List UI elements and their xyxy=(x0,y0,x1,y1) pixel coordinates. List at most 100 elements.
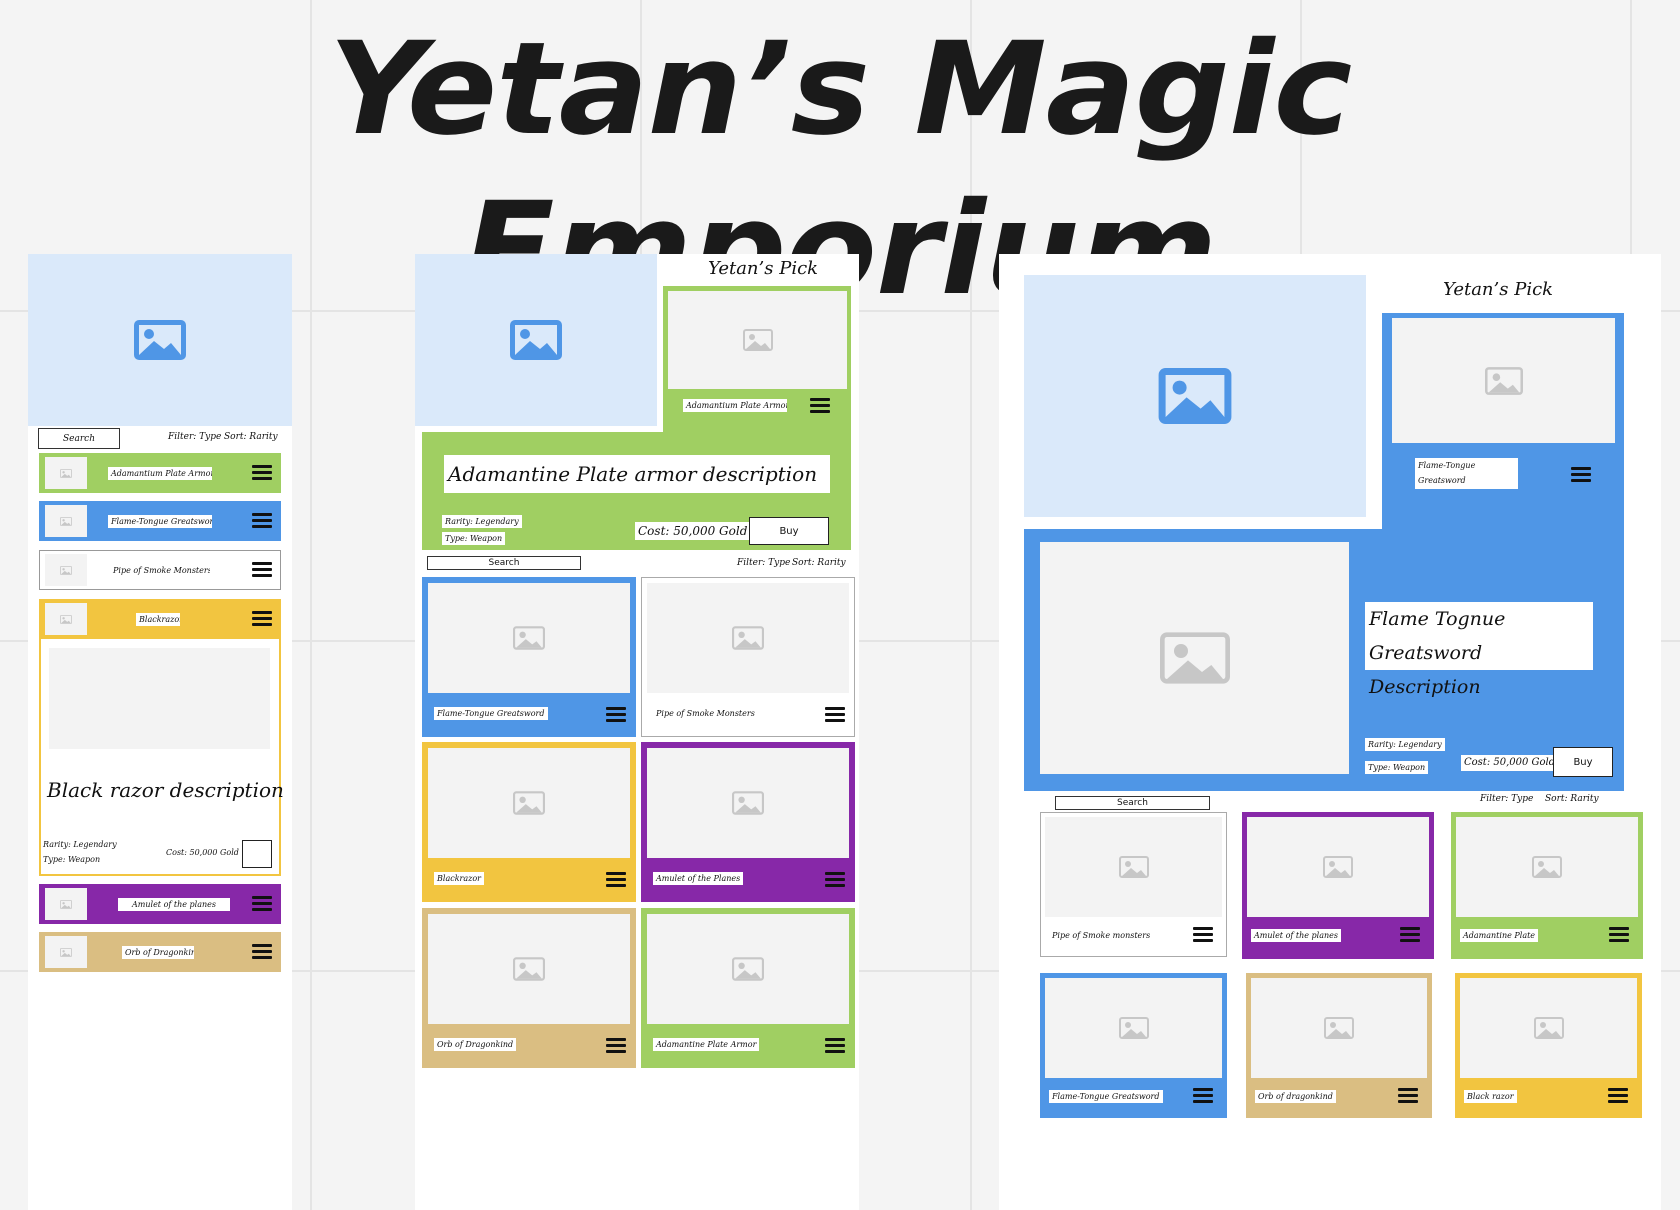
image-placeholder-icon xyxy=(60,899,72,909)
desktop-featured-rarity: Rarity: Legendary xyxy=(1365,738,1445,751)
tablet-pick-label: Adamantium Plate Armor xyxy=(683,399,787,412)
hamburger-menu-icon[interactable] xyxy=(1400,927,1420,942)
hamburger-menu-icon[interactable] xyxy=(1193,1088,1213,1103)
mobile-list-thumbnail xyxy=(45,603,87,635)
mobile-search-input[interactable]: Search xyxy=(38,428,120,449)
tablet-grid-image xyxy=(428,748,630,858)
mobile-list-label: Blackrazor xyxy=(136,613,180,626)
desktop-grid-image xyxy=(1460,978,1637,1078)
hamburger-menu-icon[interactable] xyxy=(606,872,626,887)
desktop-featured-description: Flame Tognue Greatsword Description xyxy=(1365,602,1593,698)
mobile-hero-image xyxy=(28,254,292,426)
tablet-grid-label: Orb of Dragonkind xyxy=(434,1038,517,1051)
tablet-grid-label: Pipe of Smoke Monsters xyxy=(656,709,755,718)
image-placeholder-icon xyxy=(60,468,72,478)
hamburger-menu-icon[interactable] xyxy=(252,944,272,959)
image-placeholder-icon xyxy=(60,614,72,624)
desktop-buy-button[interactable]: Buy xyxy=(1553,747,1613,777)
tablet-filter-type[interactable]: Filter: Type xyxy=(737,558,790,568)
hamburger-menu-icon[interactable] xyxy=(252,465,272,480)
hamburger-menu-icon[interactable] xyxy=(1571,467,1591,482)
desktop-grid-label: Pipe of Smoke monsters xyxy=(1052,931,1151,940)
mobile-buy-button[interactable] xyxy=(242,840,272,868)
desktop-filter-type[interactable]: Filter: Type xyxy=(1480,794,1533,804)
desktop-search-input[interactable]: Search xyxy=(1055,796,1210,810)
image-placeholder-icon xyxy=(134,320,186,360)
tablet-pick-heading: Yetan’s Pick xyxy=(708,258,819,279)
image-placeholder-icon xyxy=(1159,632,1230,684)
hamburger-menu-icon[interactable] xyxy=(252,513,272,528)
image-placeholder-icon xyxy=(510,320,562,360)
image-placeholder-icon xyxy=(1158,368,1232,424)
hamburger-menu-icon[interactable] xyxy=(1193,927,1213,942)
image-placeholder-icon xyxy=(1324,1017,1354,1039)
tablet-grid-image xyxy=(647,748,849,858)
desktop-grid-label: Black razor xyxy=(1464,1090,1517,1103)
mobile-list-thumbnail xyxy=(45,505,87,537)
tablet-grid-label: Blackrazor xyxy=(434,872,484,885)
tablet-search-input[interactable]: Search xyxy=(427,556,581,570)
hamburger-menu-icon[interactable] xyxy=(606,707,626,722)
image-placeholder-icon xyxy=(513,957,545,981)
mobile-expanded-cost: Cost: 50,000 Gold xyxy=(166,848,239,857)
image-placeholder-icon xyxy=(732,957,764,981)
desktop-featured-cost: Cost: 50,000 Gold xyxy=(1461,755,1559,771)
tablet-grid-image xyxy=(647,583,849,693)
desktop-pick-heading: Yetan’s Pick xyxy=(1443,279,1554,300)
tablet-buy-button[interactable]: Buy xyxy=(749,517,829,545)
hamburger-menu-icon[interactable] xyxy=(825,707,845,722)
tablet-grid-label: Amulet of the Planes xyxy=(653,872,744,885)
hamburger-menu-icon[interactable] xyxy=(252,611,272,626)
desktop-pick-label: Flame-Tongue Greatsword xyxy=(1415,458,1518,489)
desktop-grid-label: Flame-Tongue Greatsword xyxy=(1049,1090,1163,1103)
mobile-filter-type[interactable]: Filter: Type xyxy=(168,432,221,442)
mobile-list-label: Pipe of Smoke Monsters xyxy=(113,566,210,575)
mobile-list-thumbnail xyxy=(45,888,87,920)
desktop-grid-image xyxy=(1456,817,1638,917)
mobile-list-label: Amulet of the planes xyxy=(118,898,230,911)
mobile-list-thumbnail xyxy=(45,457,87,489)
hamburger-menu-icon[interactable] xyxy=(825,872,845,887)
mobile-expanded-image xyxy=(49,648,270,749)
desktop-grid-label: Amulet of the planes xyxy=(1251,929,1341,942)
hamburger-menu-icon[interactable] xyxy=(1398,1088,1418,1103)
image-placeholder-icon xyxy=(60,947,72,957)
tablet-pick-image xyxy=(668,291,847,389)
tablet-grid-image xyxy=(428,583,630,693)
tablet-featured-type: Type: Weapon xyxy=(442,532,506,545)
desktop-grid-label: Adamantine Plate xyxy=(1460,929,1539,942)
image-placeholder-icon xyxy=(1118,856,1149,878)
image-placeholder-icon xyxy=(1118,1017,1149,1039)
tablet-featured-rarity: Rarity: Legendary xyxy=(442,515,522,528)
hamburger-menu-icon[interactable] xyxy=(810,398,830,413)
desktop-grid-image xyxy=(1251,978,1427,1078)
image-placeholder-icon xyxy=(1323,856,1353,878)
mobile-expanded-description: Black razor description xyxy=(47,778,284,802)
desktop-featured-type: Type: Weapon xyxy=(1365,761,1429,774)
mobile-list-thumbnail xyxy=(45,554,87,586)
mobile-expanded-rarity: Rarity: Legendary xyxy=(43,840,117,849)
mobile-list-label: Orb of Dragonkind xyxy=(122,946,194,959)
tablet-sort-rarity[interactable]: Sort: Rarity xyxy=(792,558,846,568)
hamburger-menu-icon[interactable] xyxy=(825,1038,845,1053)
image-placeholder-icon xyxy=(732,791,764,815)
image-placeholder-icon xyxy=(1484,366,1523,395)
image-placeholder-icon xyxy=(60,516,72,526)
tablet-grid-image xyxy=(428,914,630,1024)
desktop-grid-image xyxy=(1247,817,1429,917)
image-placeholder-icon xyxy=(732,626,764,650)
desktop-hero-image xyxy=(1024,275,1366,517)
hamburger-menu-icon[interactable] xyxy=(1608,1088,1628,1103)
desktop-sort-rarity[interactable]: Sort: Rarity xyxy=(1545,794,1599,804)
tablet-grid-label: Flame-Tongue Greatsword xyxy=(434,707,548,720)
hamburger-menu-icon[interactable] xyxy=(252,896,272,911)
mobile-sort-rarity[interactable]: Sort: Rarity xyxy=(224,432,278,442)
hamburger-menu-icon[interactable] xyxy=(1609,927,1629,942)
tablet-hero-image xyxy=(415,254,657,426)
hamburger-menu-icon[interactable] xyxy=(606,1038,626,1053)
hamburger-menu-icon[interactable] xyxy=(252,562,272,577)
tablet-featured-description: Adamantine Plate armor description xyxy=(444,455,830,493)
image-placeholder-icon xyxy=(1532,856,1562,878)
desktop-grid-image xyxy=(1045,817,1222,917)
mobile-list-label: Flame-Tongue Greatsword xyxy=(108,515,212,528)
